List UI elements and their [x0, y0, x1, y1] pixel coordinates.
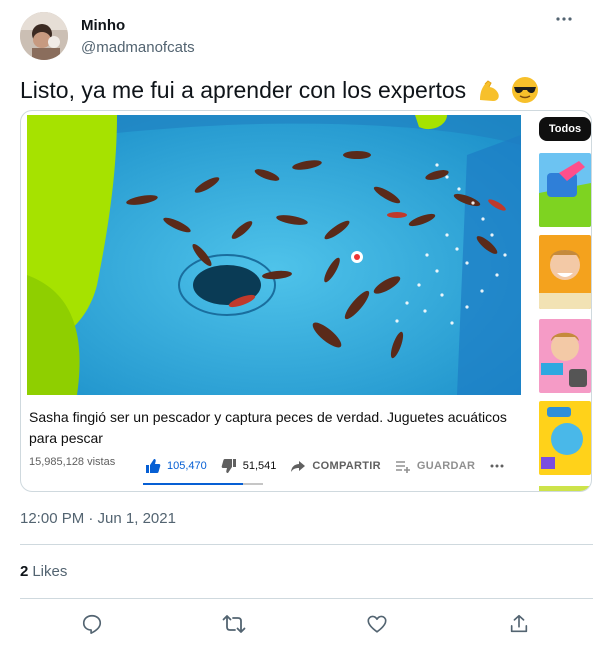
filter-chip-todos[interactable]: Todos [539, 117, 591, 141]
video-more-button[interactable] [489, 458, 511, 474]
related-video-thumbnail[interactable] [539, 153, 591, 227]
like-count: 105,470 [167, 460, 207, 472]
related-video-thumbnail[interactable] [539, 483, 591, 491]
dislike-button[interactable]: 51,541 [221, 458, 277, 474]
retweet-icon[interactable] [217, 608, 251, 640]
divider [20, 598, 593, 599]
tweet-action-bar [20, 608, 576, 640]
dislike-ratio-bar [243, 483, 263, 485]
likes-count[interactable]: 2 Likes [20, 563, 67, 580]
divider [20, 544, 593, 545]
video-embed-card[interactable]: Todos Sasha fingió ser un pescador y cap… [20, 110, 592, 492]
related-video-thumbnail[interactable] [539, 319, 591, 393]
more-horizontal-icon [490, 464, 504, 468]
flexed-biceps-icon [476, 78, 502, 112]
save-label: GUARDAR [416, 460, 476, 472]
video-frame-image [27, 115, 521, 395]
like-button[interactable]: 105,470 [145, 458, 207, 474]
tweet-text: Listo, ya me fui a aprender con los expe… [20, 74, 580, 112]
view-count: 15,985,128 vistas [29, 456, 116, 468]
video-title[interactable]: Sasha fingió ser un pescador y captura p… [29, 407, 519, 449]
share-label: COMPARTIR [312, 460, 381, 472]
add-to-playlist-icon [395, 461, 410, 473]
share-arrow-icon [291, 461, 306, 472]
like-icon[interactable] [360, 608, 394, 640]
tweet-header: Minho @madmanofcats [20, 12, 576, 64]
video-sidebar: Todos [533, 111, 591, 491]
tweet-body: Listo, ya me fui a aprender con los expe… [20, 77, 467, 103]
share-video-button[interactable]: COMPARTIR [290, 458, 381, 474]
save-video-button[interactable]: GUARDAR [395, 458, 475, 474]
likes-label: Likes [32, 563, 68, 580]
more-horizontal-icon[interactable] [552, 12, 576, 32]
tweet-timestamp[interactable]: 12:00 PM · Jun 1, 2021 [20, 510, 176, 527]
display-name[interactable]: Minho [81, 16, 195, 36]
thumbs-up-icon [146, 459, 161, 473]
thumbs-down-icon [221, 459, 236, 473]
reply-icon[interactable] [75, 608, 109, 640]
related-video-thumbnail[interactable] [539, 401, 591, 475]
user-info: Minho @madmanofcats [81, 16, 195, 58]
user-handle[interactable]: @madmanofcats [81, 38, 195, 58]
sunglasses-face-icon [511, 76, 539, 112]
video-player[interactable] [27, 115, 521, 395]
dislike-count: 51,541 [242, 460, 277, 472]
video-actions: 105,470 51,541 COMPARTIR GUARDAR [145, 453, 511, 479]
related-video-thumbnail[interactable] [539, 235, 591, 309]
like-ratio-bar [143, 483, 243, 485]
likes-number: 2 [20, 563, 29, 580]
avatar[interactable] [20, 12, 68, 60]
share-icon[interactable] [502, 608, 536, 640]
